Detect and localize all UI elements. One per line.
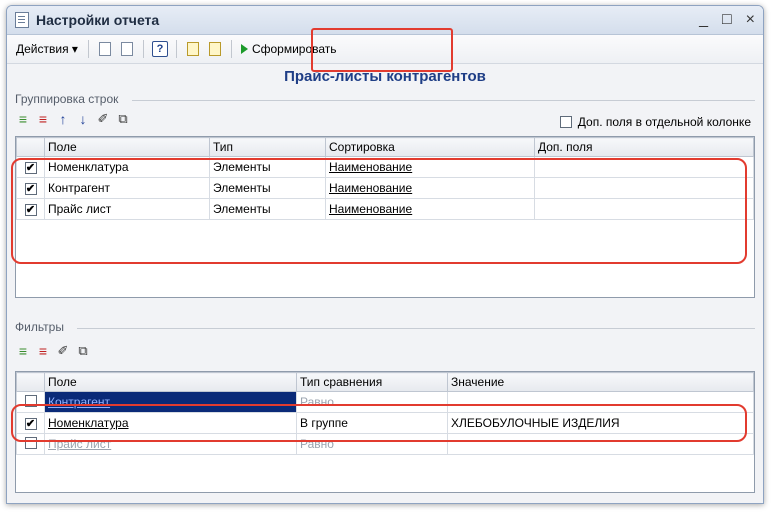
table-row[interactable]: ✔ Контрагент Элементы Наименование bbox=[16, 177, 754, 199]
field-cell[interactable]: Прайс лист bbox=[44, 433, 297, 455]
type-cell[interactable]: Элементы bbox=[209, 177, 326, 199]
report-settings-window: Настройки отчета _ □ × Действия ▾ ? Сфор… bbox=[6, 5, 764, 504]
extra-fields-label: Доп. поля в отдельной колонке bbox=[577, 115, 751, 129]
row-checkbox[interactable]: ✔ bbox=[24, 162, 37, 174]
toolbar-separator bbox=[87, 40, 89, 58]
filters-toolbar: ≡ ≡ ✐ ⧉ bbox=[15, 343, 91, 359]
restore-settings-icon[interactable] bbox=[118, 40, 136, 58]
sort-link[interactable]: Наименование bbox=[325, 156, 535, 178]
minimize-button[interactable]: _ bbox=[699, 11, 708, 29]
save-settings-icon[interactable] bbox=[96, 40, 114, 58]
sort-link[interactable]: Наименование bbox=[325, 198, 535, 220]
report-title: Прайс-листы контрагентов bbox=[284, 68, 486, 85]
delete-filter-icon[interactable]: ≡ bbox=[35, 343, 51, 359]
sort-link[interactable]: Наименование bbox=[325, 177, 535, 199]
filters-table: Поле Тип сравнения Значение Контрагент Р… bbox=[15, 371, 755, 493]
table-row[interactable]: ✔ Прайс лист Элементы Наименование bbox=[16, 198, 754, 220]
field-cell[interactable]: Прайс лист bbox=[44, 198, 210, 220]
type-cell[interactable]: Элементы bbox=[209, 156, 326, 178]
extra-cell[interactable] bbox=[534, 156, 754, 178]
field-cell[interactable]: Номенклатура bbox=[44, 412, 297, 434]
divider bbox=[132, 100, 755, 101]
maximize-button[interactable]: □ bbox=[722, 11, 732, 29]
column-header[interactable]: Сортировка bbox=[325, 137, 535, 157]
comparison-cell[interactable]: В группе bbox=[296, 412, 448, 434]
row-checkbox[interactable] bbox=[24, 394, 37, 407]
field-cell[interactable]: Контрагент bbox=[44, 177, 210, 199]
report-icon bbox=[15, 12, 29, 28]
column-header[interactable]: Поле bbox=[44, 137, 210, 157]
table-row[interactable]: ✔ Номенклатура В группе ХЛЕБОБУЛОЧНЫЕ ИЗ… bbox=[16, 412, 754, 434]
comparison-cell[interactable]: Равно bbox=[296, 433, 448, 455]
column-header[interactable]: Поле bbox=[44, 372, 297, 392]
table-header: Поле Тип сравнения Значение bbox=[16, 372, 754, 392]
generate-label: Сформировать bbox=[251, 42, 337, 56]
row-checkbox[interactable]: ✔ bbox=[24, 204, 37, 216]
divider bbox=[77, 328, 755, 329]
row-checkbox[interactable] bbox=[24, 436, 37, 449]
extra-fields-checkbox[interactable] bbox=[559, 116, 572, 128]
row-checkbox[interactable]: ✔ bbox=[24, 183, 37, 195]
play-icon bbox=[240, 44, 248, 54]
grouping-table: Поле Тип Сортировка Доп. поля ✔ Номенкла… bbox=[15, 136, 755, 298]
grouping-section-label: Группировка строк bbox=[15, 92, 119, 106]
grouping-toolbar: ≡ ≡ ↑ ↓ ✐ ⧉ bbox=[15, 111, 131, 127]
column-header[interactable]: Тип сравнения bbox=[296, 372, 448, 392]
extra-cell[interactable] bbox=[534, 177, 754, 199]
row-checkbox[interactable]: ✔ bbox=[24, 418, 37, 430]
field-cell[interactable]: Номенклатура bbox=[44, 156, 210, 178]
column-header[interactable]: Значение bbox=[447, 372, 754, 392]
load-variant-icon[interactable] bbox=[184, 40, 202, 58]
move-up-icon[interactable]: ↑ bbox=[55, 111, 71, 127]
value-cell[interactable]: ХЛЕБОБУЛОЧНЫЕ ИЗДЕЛИЯ bbox=[447, 412, 754, 434]
add-filter-icon[interactable]: ≡ bbox=[15, 343, 31, 359]
close-button[interactable]: × bbox=[746, 11, 755, 29]
title-bar[interactable]: Настройки отчета _ □ × bbox=[7, 6, 763, 35]
table-row[interactable]: Прайс лист Равно bbox=[16, 433, 754, 455]
save-variant-icon[interactable] bbox=[206, 40, 224, 58]
column-header[interactable]: Тип bbox=[209, 137, 326, 157]
copy-icon[interactable]: ⧉ bbox=[115, 111, 131, 127]
table-row[interactable]: ✔ Номенклатура Элементы Наименование bbox=[16, 156, 754, 178]
column-header[interactable]: Доп. поля bbox=[534, 137, 754, 157]
type-cell[interactable]: Элементы bbox=[209, 198, 326, 220]
filters-section-label: Фильтры bbox=[15, 320, 64, 334]
help-icon[interactable]: ? bbox=[151, 40, 169, 58]
actions-menu-button[interactable]: Действия ▾ bbox=[11, 40, 83, 58]
add-row-icon[interactable]: ≡ bbox=[15, 111, 31, 127]
value-cell[interactable] bbox=[447, 433, 754, 455]
delete-row-icon[interactable]: ≡ bbox=[35, 111, 51, 127]
window-title: Настройки отчета bbox=[36, 12, 160, 28]
comparison-cell[interactable]: Равно bbox=[296, 391, 448, 413]
extra-fields-option[interactable]: Доп. поля в отдельной колонке bbox=[559, 115, 751, 129]
value-cell[interactable] bbox=[447, 391, 754, 413]
field-cell[interactable]: Контрагент bbox=[44, 391, 297, 413]
copy-icon[interactable]: ⧉ bbox=[75, 343, 91, 359]
extra-cell[interactable] bbox=[534, 198, 754, 220]
toolbar: Действия ▾ ? Сформировать bbox=[7, 35, 763, 64]
table-row[interactable]: Контрагент Равно bbox=[16, 391, 754, 413]
generate-button[interactable]: Сформировать bbox=[237, 38, 341, 60]
move-down-icon[interactable]: ↓ bbox=[75, 111, 91, 127]
check-all-icon[interactable]: ✐ bbox=[95, 111, 111, 127]
check-all-icon[interactable]: ✐ bbox=[55, 343, 71, 359]
table-header: Поле Тип Сортировка Доп. поля bbox=[16, 137, 754, 157]
